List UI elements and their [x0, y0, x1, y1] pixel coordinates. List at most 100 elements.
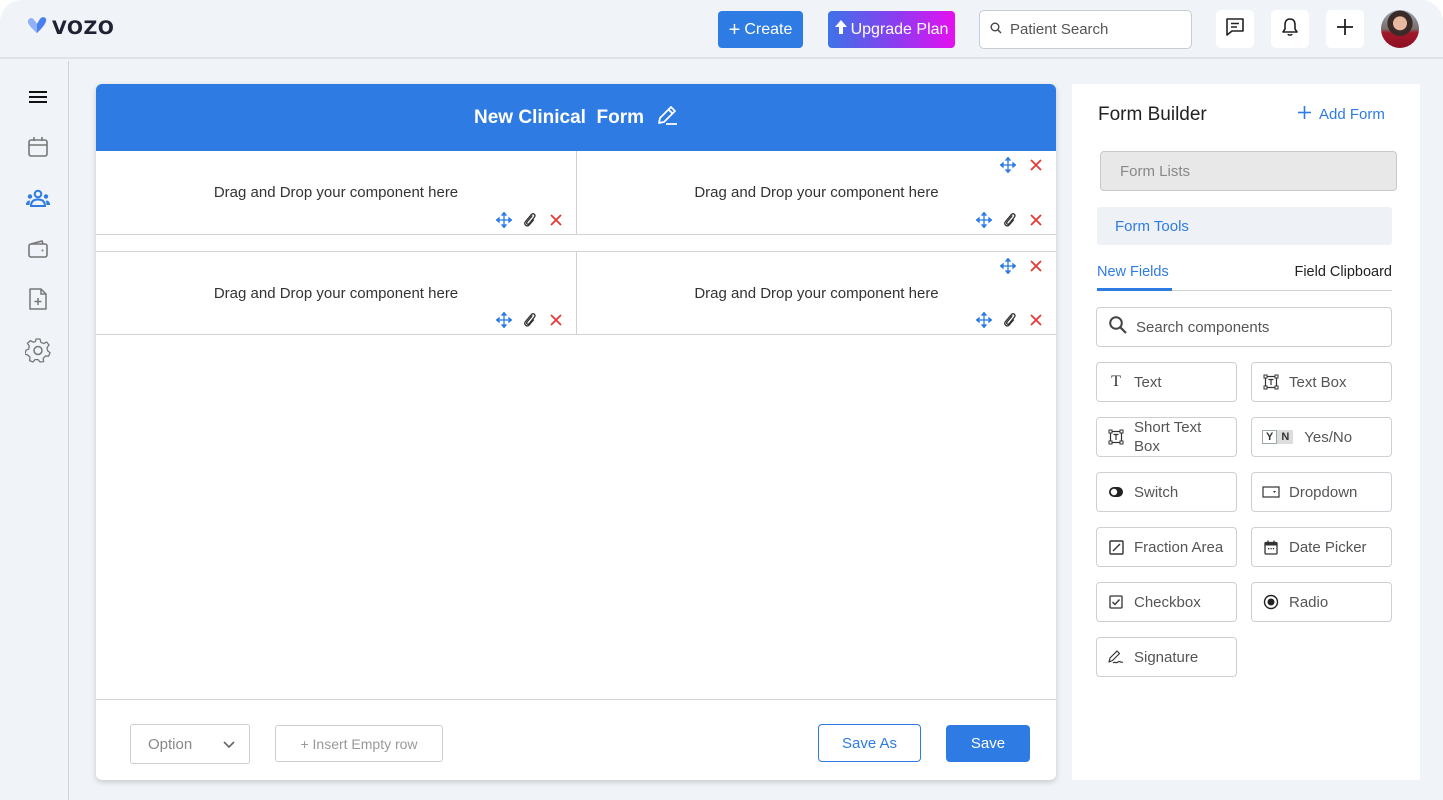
tab-new-fields[interactable]: New Fields — [1097, 264, 1172, 291]
attach-icon[interactable] — [1002, 212, 1018, 228]
logo-text: VOZO — [52, 16, 115, 39]
form-tools-section[interactable]: Form Tools — [1097, 207, 1392, 245]
drop-zone-placeholder: Drag and Drop your component here — [213, 184, 459, 201]
component-date-picker[interactable]: Date Picker — [1251, 527, 1392, 567]
search-icon — [990, 21, 1002, 39]
nav-settings[interactable] — [24, 337, 52, 368]
component-dropdown[interactable]: Dropdown — [1251, 472, 1392, 512]
calendar-icon — [27, 136, 49, 163]
drop-zone-placeholder: Drag and Drop your component here — [213, 285, 459, 302]
yes-no-icon: Y N — [1262, 430, 1294, 444]
nav-calendar[interactable] — [24, 135, 52, 163]
upgrade-plan-button[interactable]: Upgrade Plan — [828, 11, 955, 48]
delete-icon[interactable] — [548, 312, 564, 328]
component-text[interactable]: T Text — [1096, 362, 1237, 402]
nav-patients[interactable] — [24, 187, 52, 215]
textbox-icon — [1262, 374, 1280, 390]
drop-zone[interactable]: Drag and Drop your component here — [96, 151, 577, 234]
attach-icon[interactable] — [1002, 312, 1018, 328]
component-search[interactable] — [1096, 307, 1392, 347]
signature-icon — [1107, 649, 1125, 665]
save-button[interactable]: Save — [946, 725, 1030, 762]
field-tabs: New Fields Field Clipboard — [1097, 262, 1392, 291]
column-toolbar — [1000, 157, 1044, 173]
notifications-button[interactable] — [1271, 10, 1309, 48]
fraction-icon — [1107, 539, 1125, 555]
component-signature[interactable]: Signature — [1096, 637, 1237, 677]
drop-zone[interactable]: Drag and Drop your component here — [96, 252, 577, 334]
component-yes-no[interactable]: Y N Yes/No — [1251, 417, 1392, 457]
arrow-up-icon — [834, 20, 847, 39]
component-checkbox[interactable]: Checkbox — [1096, 582, 1237, 622]
app-frame: VOZO + Create Upgrade Plan Patient Searc… — [0, 0, 1443, 800]
checkbox-icon — [1107, 595, 1125, 609]
component-label: Switch — [1134, 483, 1179, 501]
drop-zone-placeholder: Drag and Drop your component here — [694, 285, 939, 302]
form-row: Drag and Drop your component here Drag a… — [96, 151, 1056, 235]
form-lists-button[interactable]: Form Lists — [1100, 151, 1397, 191]
form-builder-panel: Form Builder Add Form Form Lists Form To… — [1072, 84, 1420, 780]
insert-empty-row-button[interactable]: + Insert Empty row — [275, 725, 443, 762]
component-switch[interactable]: Switch — [1096, 472, 1237, 512]
wallet-icon — [27, 239, 49, 264]
drop-zone[interactable]: Drag and Drop your component here — [577, 151, 1056, 234]
nav-menu[interactable] — [24, 85, 52, 113]
component-label: Text — [1134, 373, 1162, 391]
messages-button[interactable] — [1216, 10, 1254, 48]
gear-icon — [24, 337, 51, 368]
component-search-input[interactable] — [1136, 318, 1376, 336]
delete-icon[interactable] — [1028, 312, 1044, 328]
logo[interactable]: VOZO — [26, 16, 114, 39]
component-label: Text Box — [1289, 373, 1347, 391]
search-icon — [1108, 315, 1128, 340]
builder-title: Form Builder — [1098, 104, 1207, 125]
delete-icon[interactable] — [1028, 157, 1044, 173]
delete-icon[interactable] — [1028, 258, 1044, 274]
move-icon[interactable] — [496, 212, 512, 228]
component-short-text-box[interactable]: Short Text Box — [1096, 417, 1237, 457]
users-icon — [25, 189, 51, 214]
component-label: Dropdown — [1289, 483, 1358, 501]
attach-icon[interactable] — [522, 312, 538, 328]
form-row: Drag and Drop your component here Drag a… — [96, 251, 1056, 335]
component-label: Checkbox — [1134, 593, 1201, 611]
cell-toolbar — [976, 312, 1044, 328]
drop-zone[interactable]: Drag and Drop your component here — [577, 252, 1056, 334]
component-fraction-area[interactable]: Fraction Area — [1096, 527, 1237, 567]
cell-toolbar — [496, 312, 564, 328]
move-icon[interactable] — [976, 212, 992, 228]
add-form-button[interactable]: Add Form — [1298, 106, 1385, 123]
component-label: Date Picker — [1289, 538, 1367, 556]
edit-pencil-icon[interactable] — [656, 104, 678, 132]
move-icon[interactable] — [976, 312, 992, 328]
plus-icon — [1298, 106, 1311, 123]
move-icon[interactable] — [496, 312, 512, 328]
component-label: Short Text Box — [1134, 419, 1202, 455]
upgrade-label: Upgrade Plan — [850, 20, 949, 38]
save-as-button[interactable]: Save As — [818, 724, 921, 762]
nav-billing[interactable] — [24, 237, 52, 265]
move-icon[interactable] — [1000, 258, 1016, 274]
tab-field-clipboard[interactable]: Field Clipboard — [1294, 264, 1392, 280]
move-icon[interactable] — [1000, 157, 1016, 173]
delete-icon[interactable] — [1028, 212, 1044, 228]
top-bar: VOZO + Create Upgrade Plan — [0, 0, 1443, 59]
plus-icon — [1336, 18, 1354, 41]
component-radio[interactable]: Radio — [1251, 582, 1392, 622]
quick-add-button[interactable] — [1326, 10, 1364, 48]
create-button[interactable]: + Create — [718, 11, 803, 48]
delete-icon[interactable] — [548, 212, 564, 228]
add-form-label: Add Form — [1319, 106, 1385, 123]
option-select[interactable]: Option — [130, 724, 250, 764]
cell-toolbar — [496, 212, 564, 228]
attach-icon[interactable] — [522, 212, 538, 228]
patient-search[interactable] — [979, 10, 1192, 49]
nav-documents[interactable] — [24, 287, 52, 315]
form-footer: Option + Insert Empty row Save As Save — [96, 699, 1056, 780]
patient-search-input[interactable] — [1010, 21, 1170, 38]
component-text-box[interactable]: Text Box — [1251, 362, 1392, 402]
chevron-down-icon — [223, 736, 235, 753]
form-header: New Clinical Form — [96, 84, 1056, 151]
column-toolbar — [1000, 258, 1044, 274]
user-avatar[interactable] — [1381, 10, 1419, 48]
